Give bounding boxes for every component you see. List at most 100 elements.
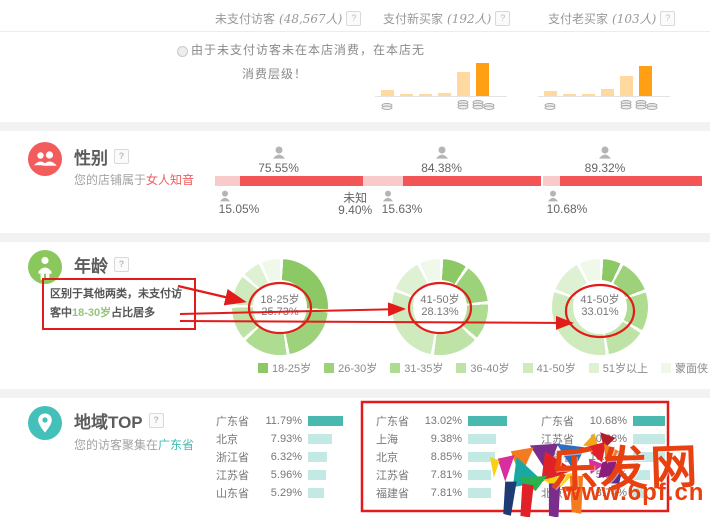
consumption-bar (476, 63, 489, 96)
consumption-bar (457, 72, 470, 96)
coins-icon (381, 103, 393, 113)
axis-baseline (538, 96, 670, 97)
coins-icon-wrap (483, 100, 495, 118)
help-icon[interactable]: ? (114, 257, 129, 272)
region-label: 福建省 (541, 449, 587, 465)
region-value: 5.83% (587, 469, 627, 481)
region-top-list: 广东省11.79%北京7.93%浙江省6.32%江苏省5.96%山东省5.29% (216, 415, 381, 505)
region-value: 13.02% (422, 415, 462, 427)
gender-section-icon (28, 142, 62, 176)
age-note-annotation: 区别于其他两类，未支付访 客中18-30岁占比居多 (42, 278, 196, 330)
legend-item: 蒙面侠 (661, 360, 708, 376)
legend-label: 36-40岁 (470, 360, 509, 376)
donut-center-value: 28.13% (392, 306, 488, 318)
region-bar (308, 470, 326, 480)
region-label: 北京 (216, 431, 262, 447)
unknown-segment (363, 176, 378, 186)
gender-subtitle-prefix: 您的店铺属于 (74, 173, 146, 187)
donut-center-label: 41-50岁 (552, 291, 648, 307)
column-header-label: 支付老买家 (548, 10, 608, 27)
axis-baseline (375, 96, 507, 97)
region-bar (633, 488, 644, 498)
region-row: 广东省13.02% (376, 415, 541, 427)
region-value: 10.68% (587, 433, 627, 445)
consumption-bar (563, 94, 576, 96)
region-bar (468, 416, 507, 426)
region-row: 浙江省6.32% (216, 451, 381, 463)
gender-section-title: 性别 ? (74, 144, 129, 169)
column-header-count: (103人) (612, 10, 656, 27)
region-value: 11.79% (262, 415, 302, 427)
help-icon[interactable]: ? (660, 11, 675, 26)
region-value: 8.85% (422, 451, 462, 463)
unknown-percentage: 9.40% (330, 203, 380, 217)
region-label: 江苏省 (376, 467, 422, 483)
region-value: 7.81% (422, 469, 462, 481)
region-section-icon (28, 406, 62, 440)
coins-icon (646, 103, 658, 113)
male-segment (543, 176, 560, 186)
region-value: 10.68% (587, 415, 627, 427)
region-row: 江苏省5.96% (216, 469, 381, 481)
age-legend: 18-25岁26-30岁31-35岁36-40岁41-50岁51岁以上蒙面侠 (258, 360, 708, 376)
region-value: 7.81% (422, 487, 462, 499)
region-row: 广东省10.68% (541, 415, 706, 427)
male-icon (219, 190, 231, 202)
consumption-bar (438, 93, 451, 96)
male-percentage: 15.63% (374, 202, 430, 216)
region-label: 上海 (541, 467, 587, 483)
region-bar (308, 434, 332, 444)
legend-label: 18-25岁 (272, 360, 311, 376)
female-segment (560, 176, 702, 186)
legend-swatch (456, 363, 466, 373)
region-label: 北京 (541, 485, 587, 501)
gender-stacked-bar (215, 176, 378, 186)
consumption-chart-old-buyers (538, 38, 670, 116)
visitor-analysis-dashboard: 未支付访客 (48,567人) ? 支付新买家 (192人) ? 支付老买家 (… (0, 0, 710, 517)
region-label: 广东省 (216, 413, 262, 429)
region-label: 广东省 (541, 413, 587, 429)
gender-title-text: 性别 (74, 144, 108, 169)
female-percentage: 84.38% (412, 161, 472, 175)
region-label: 福建省 (376, 485, 422, 501)
region-subtitle: 您的访客聚集在广东省 (74, 436, 194, 453)
coins-icon-wrap (646, 100, 658, 118)
legend-swatch (523, 363, 533, 373)
region-label: 上海 (376, 431, 422, 447)
coins-icon (457, 100, 469, 113)
column-header-new-buyers: 支付新买家 (192人) ? (383, 10, 510, 27)
region-bar (308, 452, 327, 462)
consumption-bar (582, 94, 595, 96)
coins-icon-wrap (544, 100, 556, 118)
legend-label: 蒙面侠 (675, 360, 708, 376)
age-section-title: 年龄 ? (74, 252, 129, 277)
help-icon[interactable]: ? (114, 149, 129, 164)
region-row: 上海5.83% (541, 469, 706, 481)
legend-swatch (589, 363, 599, 373)
help-icon[interactable]: ? (149, 413, 164, 428)
legend-swatch (390, 363, 400, 373)
region-subtitle-highlight: 广东省 (158, 438, 194, 452)
region-bar (633, 470, 650, 480)
region-label: 江苏省 (216, 467, 262, 483)
region-row: 江苏省10.68% (541, 433, 706, 445)
legend-label: 31-35岁 (404, 360, 443, 376)
donut-center-value: 25.73% (232, 306, 328, 318)
region-value: 9.38% (422, 433, 462, 445)
region-bar (308, 416, 343, 426)
legend-label: 41-50岁 (537, 360, 576, 376)
region-bar (468, 452, 495, 462)
region-row: 上海9.38% (376, 433, 541, 445)
gender-subtitle: 您的店铺属于女人知音 (74, 171, 194, 188)
region-label: 广东省 (376, 413, 422, 429)
region-row: 北京3.74% (541, 487, 706, 499)
male-segment (378, 176, 403, 186)
female-icon (272, 146, 286, 159)
help-icon[interactable]: ? (346, 11, 361, 26)
region-value: 7.93% (262, 433, 302, 445)
coins-icon (544, 103, 556, 113)
region-row: 广东省11.79% (216, 415, 381, 427)
region-bar (308, 488, 324, 498)
help-icon[interactable]: ? (495, 11, 510, 26)
column-header-old-buyers: 支付老买家 (103人) ? (548, 10, 675, 27)
